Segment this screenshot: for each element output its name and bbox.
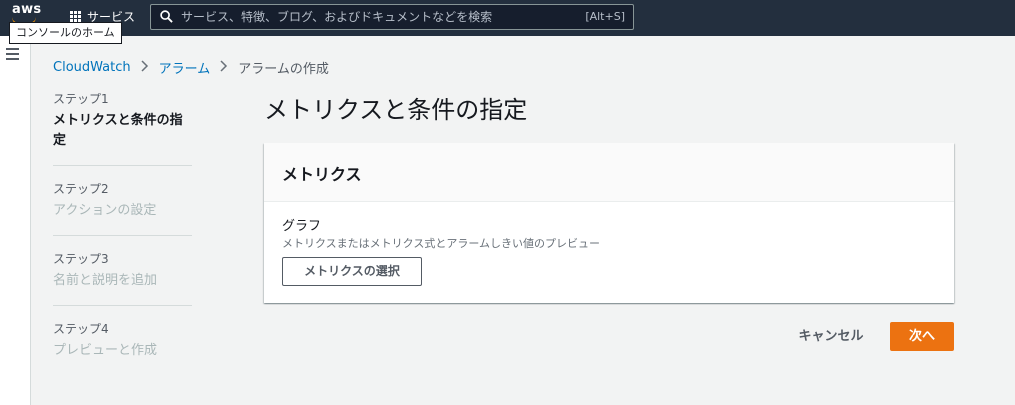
metrics-panel-title: メトリクス: [282, 165, 362, 184]
chevron-right-icon: [141, 59, 149, 76]
wizard-step-4: ステップ4 プレビューと作成: [53, 320, 192, 375]
graph-description: メトリクスまたはメトリクス式とアラームしきい値のプレビュー: [282, 237, 601, 250]
step-number: ステップ3: [53, 252, 109, 266]
side-rail: [0, 36, 31, 405]
page-title: メトリクスと条件の指定: [264, 96, 528, 124]
breadcrumb-cloudwatch[interactable]: CloudWatch: [53, 60, 131, 75]
step-number: ステップ4: [53, 322, 109, 336]
console-home-tooltip: コンソールのホーム: [9, 22, 122, 44]
grid-icon: [70, 11, 81, 22]
search-bar[interactable]: [Alt+S]: [150, 4, 634, 30]
wizard-step-3: ステップ3 名前と説明を追加: [53, 250, 192, 306]
cancel-button[interactable]: キャンセル: [790, 322, 872, 351]
select-metric-button[interactable]: メトリクスの選択: [282, 257, 422, 286]
graph-label: グラフ: [282, 219, 322, 234]
step-title: プレビューと作成: [53, 343, 158, 358]
next-button[interactable]: 次へ: [890, 322, 954, 351]
chevron-right-icon: [220, 59, 228, 76]
aws-logo[interactable]: aws: [12, 2, 41, 17]
step-title: アクションの設定: [53, 203, 157, 218]
step-title: メトリクスと条件の指定: [53, 113, 183, 148]
search-input[interactable]: [181, 5, 561, 29]
metrics-panel: メトリクス グラフ メトリクスまたはメトリクス式とアラームしきい値のプレビュー …: [264, 143, 954, 303]
breadcrumb-alarms[interactable]: アラーム: [159, 58, 211, 77]
step-number: ステップ1: [53, 92, 109, 106]
hamburger-icon[interactable]: [6, 48, 19, 63]
breadcrumb-create-alarm: アラームの作成: [238, 62, 329, 77]
wizard-step-2: ステップ2 アクションの設定: [53, 180, 192, 236]
breadcrumb: CloudWatch アラーム アラームの作成: [53, 58, 329, 77]
search-shortcut-hint: [Alt+S]: [585, 10, 625, 23]
wizard-steps: ステップ1 メトリクスと条件の指定 ステップ2 アクションの設定 ステップ3 名…: [53, 90, 192, 389]
metrics-panel-header: メトリクス: [264, 143, 954, 202]
search-icon: [160, 10, 173, 23]
top-navigation: aws サービス [Alt+S]: [0, 0, 1015, 36]
step-number: ステップ2: [53, 182, 109, 196]
step-title: 名前と説明を追加: [53, 273, 158, 288]
wizard-step-1: ステップ1 メトリクスと条件の指定: [53, 90, 192, 166]
